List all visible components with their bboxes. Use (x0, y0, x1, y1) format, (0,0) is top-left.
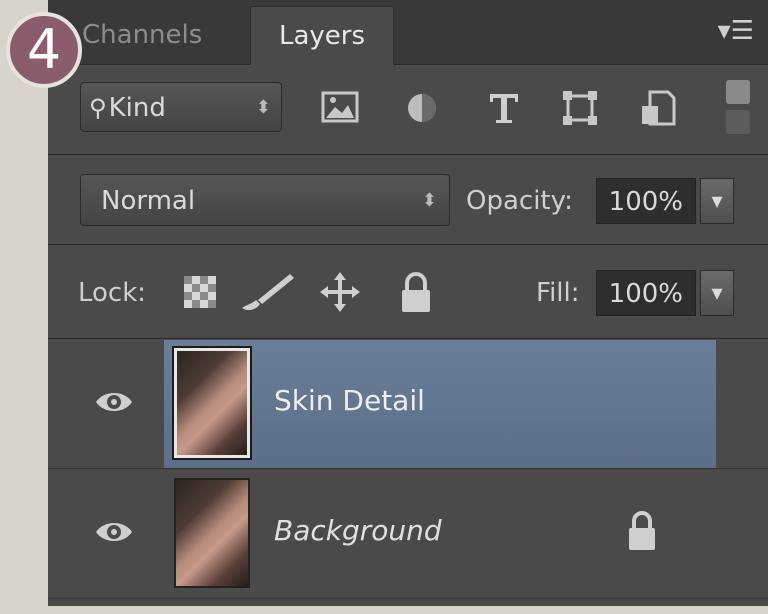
filter-toggle-on (726, 80, 750, 104)
lock-icon (629, 511, 655, 550)
layer-thumbnail[interactable] (174, 478, 250, 588)
adjustment-layer-filter-icon[interactable] (402, 88, 442, 128)
opacity-label: Opacity: (466, 186, 573, 216)
layer-filter-row: ⚲Kind ⬍ (48, 66, 768, 155)
chevron-updown-icon: ⬍ (421, 190, 437, 211)
eye-icon[interactable] (94, 518, 134, 546)
lock-all-icon[interactable] (396, 270, 436, 314)
opacity-dropdown-button[interactable]: ▾ (700, 178, 734, 224)
type-layer-filter-icon[interactable] (484, 88, 524, 128)
chevron-updown-icon: ⬍ (255, 97, 271, 118)
layer-thumbnail[interactable] (174, 348, 250, 458)
fill-input[interactable]: 100% (596, 270, 696, 316)
blend-mode-row: Normal ⬍ Opacity: 100% ▾ (48, 156, 768, 245)
shape-layer-filter-icon[interactable] (560, 88, 600, 128)
layer-name[interactable]: Skin Detail (274, 384, 425, 417)
layer-name[interactable]: Background (274, 514, 442, 547)
opacity-input[interactable]: 100% (596, 178, 696, 224)
lock-position-icon[interactable] (320, 270, 360, 314)
lock-transparent-pixels-icon[interactable] (180, 270, 220, 314)
eye-icon[interactable] (94, 388, 134, 416)
fill-dropdown-button[interactable]: ▾ (700, 270, 734, 316)
panel-menu-icon[interactable]: ▾☰ (718, 18, 754, 44)
fill-label: Fill: (536, 278, 580, 308)
lock-label: Lock: (78, 278, 147, 308)
panel-tab-bar: Channels Layers ▾☰ (48, 0, 768, 65)
lock-image-pixels-icon[interactable] (238, 270, 298, 314)
step-number-badge: 4 (6, 12, 82, 88)
layers-panel: Channels Layers ▾☰ ⚲Kind ⬍ Normal ⬍ Opac… (48, 0, 768, 606)
blend-mode-select[interactable]: Normal ⬍ (80, 174, 450, 226)
layer-row[interactable]: Background (48, 470, 768, 599)
filter-kind-label: Kind (108, 93, 166, 123)
filter-toggle-switch[interactable] (726, 80, 750, 136)
search-icon: ⚲ (89, 94, 107, 122)
filter-kind-select[interactable]: ⚲Kind ⬍ (80, 82, 282, 132)
tab-channels[interactable]: Channels (82, 0, 202, 64)
pixel-layer-filter-icon[interactable] (320, 88, 360, 128)
tab-layers[interactable]: Layers (250, 6, 394, 65)
layer-row[interactable]: Skin Detail (48, 340, 768, 469)
smart-object-filter-icon[interactable] (638, 88, 678, 128)
filter-toggle-off (726, 110, 750, 134)
lock-row: Lock: Fill: 100% ▾ (48, 246, 768, 339)
blend-mode-value: Normal (101, 186, 196, 216)
